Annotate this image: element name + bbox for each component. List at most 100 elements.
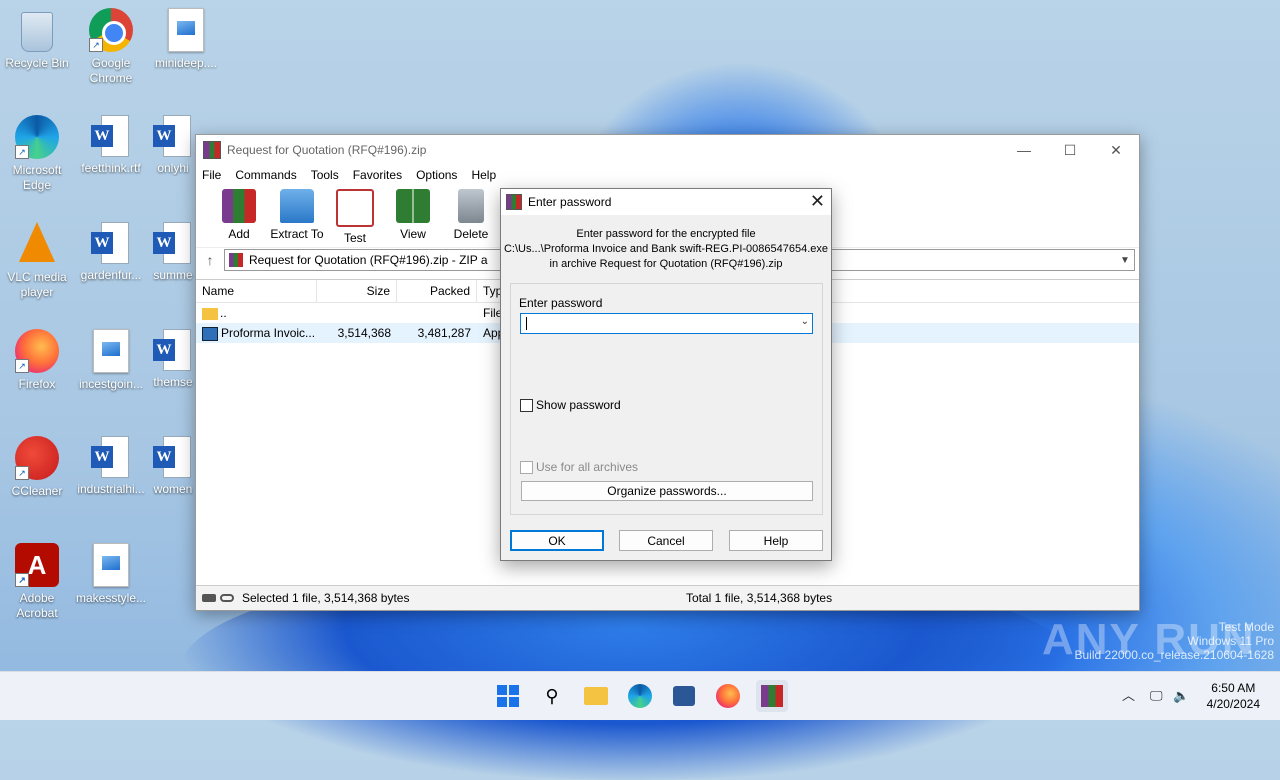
store-icon[interactable] — [668, 680, 700, 712]
test-label: Test — [343, 231, 366, 245]
minimize-button[interactable]: — — [1001, 135, 1047, 165]
show-password-checkbox[interactable]: Show password — [520, 398, 621, 412]
desktop-icon-label: Google Chrome — [89, 56, 133, 85]
desktop-icon-recycle-bin[interactable]: Recycle Bin — [2, 8, 72, 71]
password-dialog: Enter password ✕ Enter password for the … — [500, 188, 832, 561]
dialog-title: Enter password — [528, 195, 612, 209]
executable-file-icon — [202, 326, 218, 341]
search-icon[interactable]: ⚲ — [536, 680, 568, 712]
desktop-icon-firefox[interactable]: ↗ Firefox — [2, 329, 72, 392]
dialog-info: Enter password for the encrypted file C:… — [501, 227, 831, 272]
password-input[interactable]: ⌄ — [520, 313, 813, 334]
desktop-icon-label: gardenfur... — [80, 268, 142, 282]
desktop-icon-minideep[interactable]: minideep.... — [151, 8, 221, 71]
word-doc-icon: W — [153, 436, 193, 478]
column-name[interactable]: Name — [196, 280, 317, 302]
desktop-icon-onlyhi[interactable]: W onlyhi — [151, 115, 195, 176]
volume-icon[interactable]: 🔈 — [1173, 672, 1189, 720]
desktop-icon-vlc[interactable]: VLC media player — [2, 222, 72, 300]
desktop-icon-ccleaner[interactable]: ↗ CCleaner — [2, 436, 72, 499]
desktop-icon-label: onlyhi — [157, 161, 189, 175]
winrar-taskbar-icon[interactable] — [756, 680, 788, 712]
desktop-icon-label: minideep.... — [154, 56, 218, 70]
desktop-icon-gardenfur[interactable]: W gardenfur... — [76, 222, 146, 283]
test-checklist-icon — [336, 189, 374, 227]
view-button[interactable]: View — [384, 185, 442, 247]
organize-passwords-button[interactable]: Organize passwords... — [521, 481, 813, 501]
desktop-icon-edge[interactable]: ↗ Microsoft Edge — [2, 115, 72, 193]
desktop-icon-label: CCleaner — [11, 484, 63, 498]
desktop-icon-industrialhi[interactable]: W industrialhi... — [76, 436, 146, 497]
help-button[interactable]: Help — [729, 530, 823, 551]
delete-button[interactable]: Delete — [442, 185, 500, 247]
use-for-all-label: Use for all archives — [536, 460, 639, 474]
extract-to-button[interactable]: Extract To — [268, 185, 326, 247]
row-name: Proforma Invoic... — [221, 326, 316, 340]
test-mode-watermark: Test Mode Windows 11 Pro Build 22000.co_… — [1075, 620, 1275, 662]
network-icon[interactable]: 🖵 — [1150, 672, 1163, 720]
vlc-icon — [19, 222, 55, 262]
status-bar: Selected 1 file, 3,514,368 bytes Total 1… — [196, 585, 1139, 610]
status-total: Total 1 file, 3,514,368 bytes — [686, 591, 833, 605]
menu-bar: File Commands Tools Favorites Options He… — [196, 165, 1139, 185]
winrar-titlebar[interactable]: Request for Quotation (RFQ#196).zip — ☐ … — [196, 135, 1139, 165]
desktop-icon-summe[interactable]: W summe — [151, 222, 195, 283]
row-packed — [397, 303, 477, 323]
close-button[interactable]: ✕ — [1093, 135, 1139, 165]
column-packed[interactable]: Packed — [397, 280, 477, 302]
test-button[interactable]: Test — [326, 185, 384, 247]
text-caret — [526, 317, 527, 330]
watermark-line-2: Windows 11 Pro — [1187, 634, 1274, 648]
firefox-taskbar-icon[interactable] — [712, 680, 744, 712]
close-icon[interactable]: ✕ — [810, 191, 825, 212]
desktop-icon-label: women — [153, 482, 193, 496]
desktop-icon-label: summe — [153, 268, 193, 282]
extract-to-label: Extract To — [270, 227, 324, 241]
menu-options[interactable]: Options — [416, 168, 457, 182]
watermark-line-1: Test Mode — [1218, 620, 1274, 634]
image-file-icon — [93, 543, 129, 587]
up-arrow-icon[interactable]: ↑ — [196, 252, 224, 268]
desktop-icon-themse[interactable]: W themse — [151, 329, 195, 390]
maximize-button[interactable]: ☐ — [1047, 135, 1093, 165]
desktop-icon-label: Recycle Bin — [5, 56, 69, 70]
chrome-icon: ↗ — [89, 8, 133, 52]
windows-logo-icon — [497, 685, 519, 707]
word-doc-icon: W — [153, 329, 193, 371]
drive-icon[interactable] — [202, 594, 216, 602]
cancel-button[interactable]: Cancel — [619, 530, 713, 551]
file-explorer-icon[interactable] — [580, 680, 612, 712]
menu-help[interactable]: Help — [471, 168, 496, 182]
desktop-icon-acrobat[interactable]: A ↗ Adobe Acrobat — [2, 543, 72, 621]
clock-time: 6:50 AM — [1211, 681, 1256, 695]
edge-taskbar-icon[interactable] — [624, 680, 656, 712]
use-for-all-archives-checkbox: Use for all archives — [520, 460, 638, 474]
system-clock[interactable]: 6:50 AM 4/20/2024 — [1207, 680, 1260, 712]
key-icon[interactable] — [220, 594, 234, 602]
chevron-down-icon[interactable]: ⌄ — [801, 316, 809, 327]
chevron-down-icon[interactable]: ▼ — [1116, 255, 1134, 266]
chevron-up-icon[interactable]: ︿ — [1122, 672, 1135, 720]
desktop-icon-makesstyle[interactable]: makesstyle... — [76, 543, 146, 606]
desktop-icon-incestgoin[interactable]: incestgoin... — [76, 329, 146, 392]
ok-button[interactable]: OK — [510, 530, 604, 551]
add-button[interactable]: Add — [210, 185, 268, 247]
desktop-icon-chrome[interactable]: ↗ Google Chrome — [76, 8, 146, 86]
recycle-bin-icon — [21, 12, 53, 52]
dialog-titlebar[interactable]: Enter password ✕ — [501, 189, 831, 215]
menu-file[interactable]: File — [202, 168, 221, 182]
watermark-line-3: Build 22000.co_release.210604-1628 — [1074, 648, 1275, 662]
menu-commands[interactable]: Commands — [235, 168, 296, 182]
show-password-label: Show password — [536, 398, 621, 412]
menu-favorites[interactable]: Favorites — [353, 168, 402, 182]
desktop-icon-women[interactable]: W women — [151, 436, 195, 497]
desktop-icon-label: makesstyle... — [76, 591, 147, 605]
folder-up-icon — [202, 307, 218, 320]
winrar-app-icon — [203, 141, 221, 159]
desktop-icon-label: Adobe Acrobat — [16, 591, 58, 620]
menu-tools[interactable]: Tools — [311, 168, 339, 182]
edge-icon: ↗ — [15, 115, 59, 159]
start-button[interactable] — [492, 680, 524, 712]
desktop-icon-feetthink[interactable]: W feetthink.rtf — [76, 115, 146, 176]
column-size[interactable]: Size — [317, 280, 397, 302]
